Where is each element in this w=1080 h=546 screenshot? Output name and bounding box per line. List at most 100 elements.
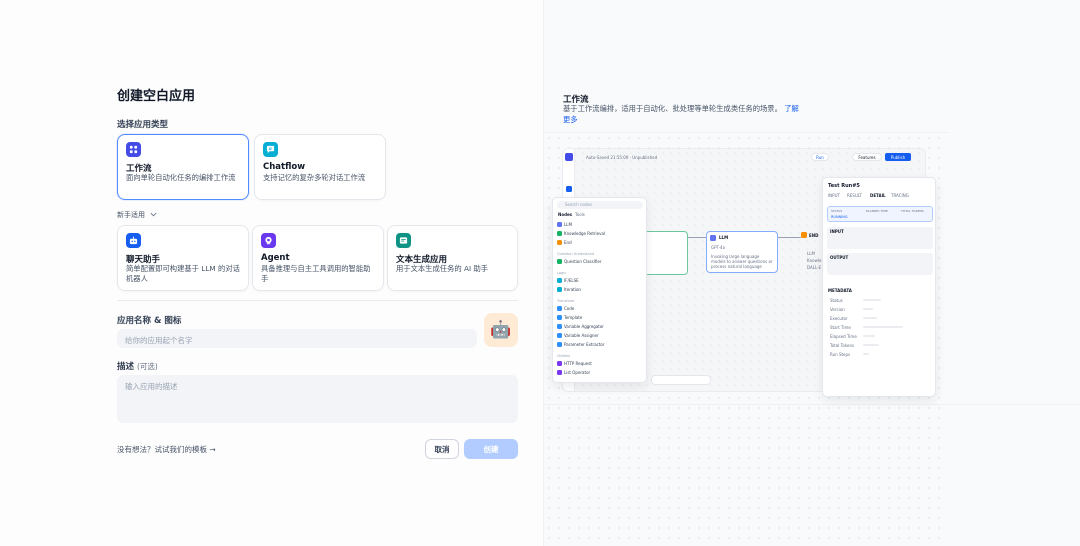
run-input-box: INPUT xyxy=(827,227,933,249)
chevron-down-icon xyxy=(150,211,157,219)
mini-node-item: Question Classifier xyxy=(557,259,601,264)
desc-label: 描述 (可选) xyxy=(117,360,158,372)
name-input[interactable]: 给你的应用起个名字 xyxy=(117,329,477,348)
mini-run-panel: Test Run#5 INPUT RESULT DETAIL TRACING S… xyxy=(822,177,936,397)
run-output-box: OUTPUT xyxy=(827,253,933,275)
mini-search-placeholder: Search nodes xyxy=(565,202,593,207)
mini-section: Logic xyxy=(557,271,567,275)
description-input[interactable]: 输入应用的描述 xyxy=(117,375,518,423)
mini-section: Transform xyxy=(557,299,575,303)
mini-node-item: LLM xyxy=(557,222,572,227)
chat-bot-icon xyxy=(126,233,141,248)
mini-node-item: Variable Aggregator xyxy=(557,324,604,329)
end-var: DALL·E xyxy=(807,265,822,270)
meta-value-placeholder xyxy=(863,308,873,310)
name-label: 应用名称 & 图标 xyxy=(117,316,182,326)
mini-section: Question Understand xyxy=(557,252,595,256)
status-col: TOTAL TOKENS xyxy=(901,209,924,213)
mini-node-item: Variable Assigner xyxy=(557,333,599,338)
mini-tab: Nodes xyxy=(558,212,573,217)
card-desc: 用于文本生成任务的 AI 助手 xyxy=(396,264,489,273)
app-type-card-text-generator[interactable]: 文本生成应用 用于文本生成任务的 AI 助手 xyxy=(387,225,518,291)
mini-canvas-toolbar xyxy=(651,375,711,385)
mini-node-selector: Search nodes Nodes Tools LLM Knowledge R… xyxy=(552,197,647,383)
meta-row: Total Tokens xyxy=(830,343,855,348)
llm-node-icon xyxy=(710,235,716,241)
mini-tab: Tools xyxy=(575,212,585,217)
divider xyxy=(544,132,948,133)
status-col: STATUS xyxy=(831,209,843,213)
mini-node-item: HTTP Request xyxy=(557,361,592,366)
create-button[interactable]: 创建 xyxy=(464,439,518,459)
mini-autosave: Auto-Saved 21:55:09 · Unpublished xyxy=(586,155,658,160)
robot-icon: 🤖 xyxy=(490,320,512,340)
card-title: Agent xyxy=(261,253,290,263)
run-tab: INPUT xyxy=(828,193,840,198)
mini-edge xyxy=(778,237,801,238)
card-desc: 支持记忆的复杂多轮对话工作流 xyxy=(263,173,366,182)
workflow-icon xyxy=(126,142,141,157)
mini-features: Features xyxy=(852,153,882,161)
run-tab: TRACING xyxy=(891,193,909,198)
app-type-card-chat-assistant[interactable]: 聊天助手 简单配置即可构建基于 LLM 的对话机器人 xyxy=(117,225,249,291)
mini-node-item: Template xyxy=(557,315,582,320)
llm-node-model: GPT-4o xyxy=(711,245,726,250)
mini-node-item: Iteration xyxy=(557,287,581,292)
mini-edge xyxy=(688,237,706,238)
meta-value-placeholder xyxy=(863,299,881,301)
card-desc: 具备推理与自主工具调用的智能助手 xyxy=(261,264,371,283)
mini-llm-node: LLM GPT-4o Invoking large language model… xyxy=(706,231,778,273)
status-col: ELAPSED TIME xyxy=(866,209,888,213)
beginner-toggle[interactable]: 新手适用 xyxy=(117,210,157,220)
dialog-title: 创建空白应用 xyxy=(117,89,196,104)
app-icon-picker[interactable]: 🤖 xyxy=(484,313,518,347)
app-type-card-agent[interactable]: Agent 具备推理与自主工具调用的智能助手 xyxy=(252,225,384,291)
desc-label-text: 描述 xyxy=(117,362,135,372)
mini-node-item: Parameter Extractor xyxy=(557,342,605,347)
card-desc: 简单配置即可构建基于 LLM 的对话机器人 xyxy=(126,264,240,283)
meta-value-placeholder xyxy=(863,326,903,328)
metadata-title: METADATA xyxy=(828,288,852,293)
end-var: Knowle xyxy=(807,258,822,263)
end-node-icon xyxy=(801,232,807,238)
mini-node-item: End xyxy=(557,240,572,245)
llm-node-title: LLM xyxy=(719,235,729,240)
meta-value-placeholder xyxy=(863,353,869,355)
meta-value-placeholder xyxy=(863,344,879,346)
mini-node-item: IF/ELSE xyxy=(557,278,579,283)
meta-row: Version xyxy=(830,307,845,312)
app-type-label: 选择应用类型 xyxy=(117,120,169,130)
app-type-card-workflow[interactable]: 工作流 面向单轮自动化任务的编排工作流 xyxy=(117,134,249,200)
chatflow-icon xyxy=(263,142,278,157)
meta-value-placeholder xyxy=(863,335,875,337)
card-title: Chatflow xyxy=(263,162,306,172)
mini-app-icon xyxy=(565,153,573,161)
mini-node-item: Code xyxy=(557,306,574,311)
meta-value-placeholder xyxy=(863,317,877,319)
desc-optional: (可选) xyxy=(136,362,158,371)
preview-desc: 基于工作流编排，适用于自动化、批处理等单轮生成类任务的场景。 了解更多 xyxy=(563,104,803,126)
run-status-box: STATUS ELAPSED TIME TOTAL TOKENS RUNNING xyxy=(827,206,933,222)
mini-section: Utilities xyxy=(557,354,571,358)
preview-desc-text: 基于工作流编排，适用于自动化、批处理等单轮生成类任务的场景。 xyxy=(563,104,782,113)
card-desc: 面向单轮自动化任务的编排工作流 xyxy=(126,173,236,182)
input-title: INPUT xyxy=(830,229,844,234)
llm-node-desc: Invoking large language models to answer… xyxy=(711,254,773,270)
meta-row: Run Steps xyxy=(830,352,851,357)
cancel-button[interactable]: 取消 xyxy=(425,439,459,459)
mini-node-item: List Operator xyxy=(557,370,590,375)
run-tab: RESULT xyxy=(847,193,862,198)
beginner-label: 新手适用 xyxy=(117,211,145,219)
template-link[interactable]: 没有想法？试试我们的模板 → xyxy=(117,444,216,455)
app-type-card-chatflow[interactable]: Chatflow 支持记忆的复杂多轮对话工作流 xyxy=(254,134,386,200)
output-title: OUTPUT xyxy=(830,255,849,260)
divider xyxy=(544,404,1080,405)
end-node-title: END xyxy=(809,233,819,238)
agent-icon xyxy=(261,233,276,248)
meta-row: Status xyxy=(830,298,843,303)
meta-row: Elapsed Time xyxy=(830,334,857,339)
run-title: Test Run#5 xyxy=(828,183,860,189)
mini-node-item: Knowledge Retrieval xyxy=(557,231,605,236)
text-gen-icon xyxy=(396,233,411,248)
end-var: LLM xyxy=(807,251,815,256)
